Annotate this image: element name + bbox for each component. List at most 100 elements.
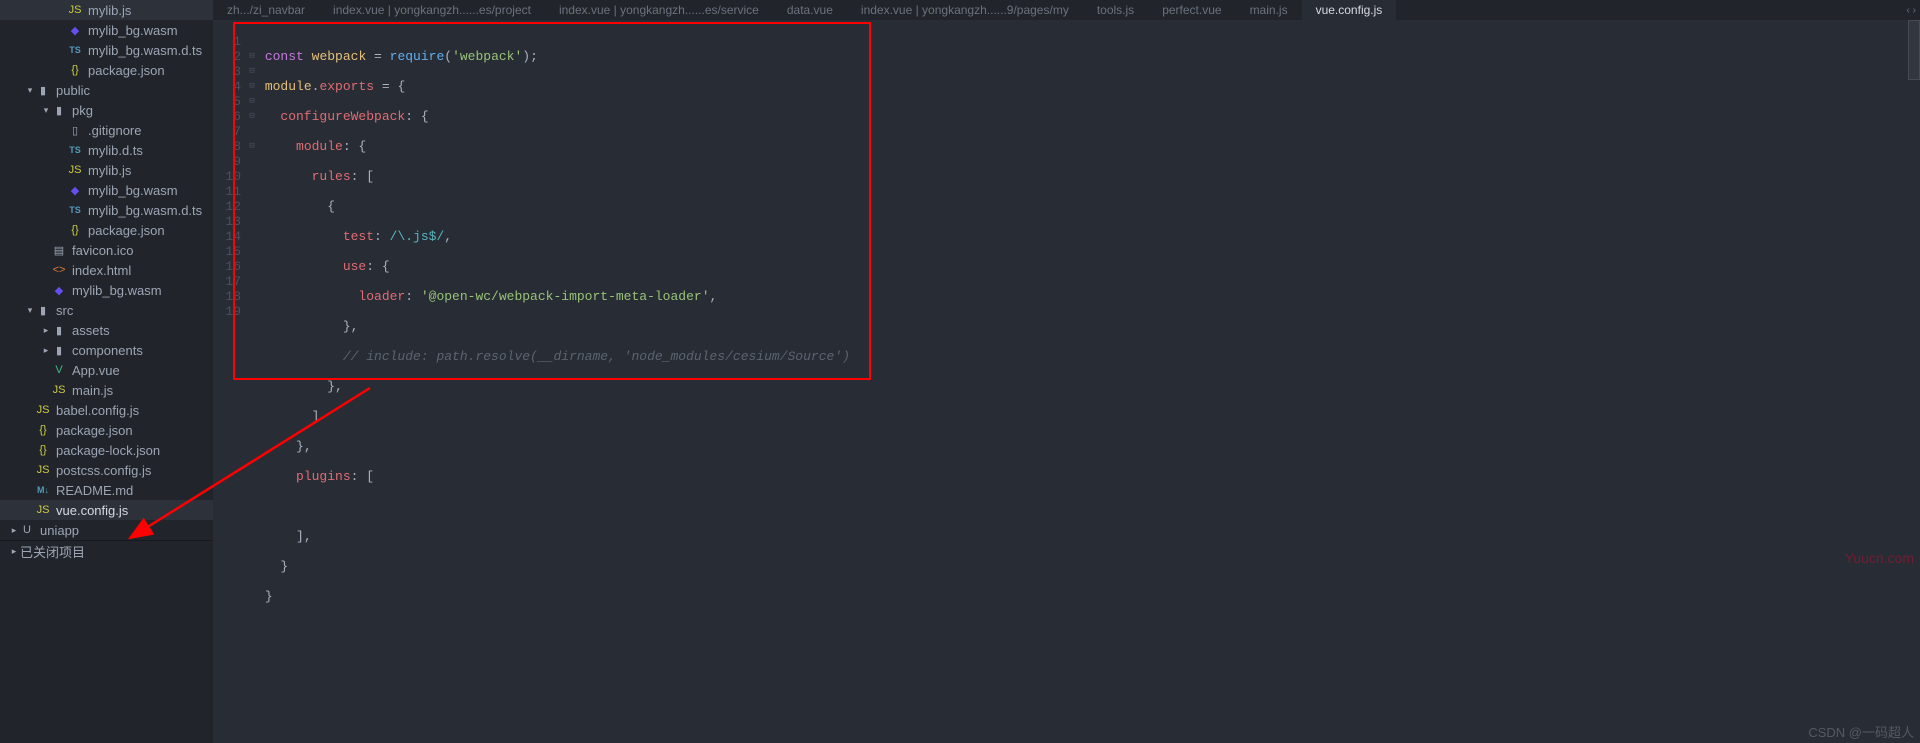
- braces-icon: {}: [68, 224, 82, 236]
- tabs-nav-arrows[interactable]: ‹ ›: [1903, 0, 1920, 20]
- code-editor[interactable]: 12345678910111213141516171819 ⊟⊟⊟⊟⊟⊟ con…: [213, 20, 1920, 743]
- fold-marker: [247, 214, 257, 229]
- tree-item-label: package.json: [56, 423, 133, 438]
- chevron-right-icon: ▸: [8, 546, 20, 557]
- editor-tab[interactable]: perfect.vue: [1148, 0, 1235, 20]
- tree-item-readme-md[interactable]: M↓README.md: [0, 480, 213, 500]
- tree-item-label: assets: [72, 323, 110, 338]
- watermark-csdn: CSDN @一码超人: [1808, 722, 1914, 741]
- editor-tab[interactable]: main.js: [1236, 0, 1302, 20]
- tree-item-mylib-js[interactable]: JSmylib.js: [0, 0, 213, 20]
- editor-tab[interactable]: vue.config.js: [1302, 0, 1397, 20]
- fold-marker[interactable]: ⊟: [247, 139, 257, 154]
- minimap-scrollbar[interactable]: [1908, 20, 1920, 80]
- line-number: 2: [213, 49, 241, 64]
- closed-projects-section[interactable]: ▸ 已关闭项目: [0, 540, 213, 562]
- tree-item-main-js[interactable]: JSmain.js: [0, 380, 213, 400]
- line-number: 6: [213, 109, 241, 124]
- ts-icon: TS: [68, 205, 82, 215]
- fold-marker[interactable]: ⊟: [247, 49, 257, 64]
- line-number: 9: [213, 154, 241, 169]
- chevron-down-icon: ▾: [24, 85, 36, 96]
- editor-tabs[interactable]: zh.../zi_navbarindex.vue | yongkangzh...…: [213, 0, 1920, 20]
- fold-marker[interactable]: ⊟: [247, 109, 257, 124]
- editor-tab[interactable]: index.vue | yongkangzh......es/service: [545, 0, 773, 20]
- tree-item-mylib-d-ts[interactable]: TSmylib.d.ts: [0, 140, 213, 160]
- editor-tab[interactable]: tools.js: [1083, 0, 1148, 20]
- line-number: 5: [213, 94, 241, 109]
- tree-item-label: components: [72, 343, 143, 358]
- html-icon: <>: [52, 264, 66, 276]
- tree-item-package-json[interactable]: {}package.json: [0, 60, 213, 80]
- editor-tab[interactable]: zh.../zi_navbar: [213, 0, 319, 20]
- tree-item-package-json[interactable]: {} package.json: [0, 420, 213, 440]
- tree-item-mylib-bg-wasm[interactable]: ◆mylib_bg.wasm: [0, 20, 213, 40]
- tree-item-index-html[interactable]: <>index.html: [0, 260, 213, 280]
- tree-item-favicon-ico[interactable]: ▤favicon.ico: [0, 240, 213, 260]
- tree-item-vue-config-js[interactable]: JSvue.config.js: [0, 500, 213, 520]
- tree-item-babel-config-js[interactable]: JSbabel.config.js: [0, 400, 213, 420]
- tree-item-package-lock-json[interactable]: {}package-lock.json: [0, 440, 213, 460]
- tree-item-label: README.md: [56, 483, 133, 498]
- js-icon: JS: [52, 384, 66, 396]
- fold-marker[interactable]: ⊟: [247, 79, 257, 94]
- tree-item-components[interactable]: ▸▮components: [0, 340, 213, 360]
- editor-tab[interactable]: data.vue: [773, 0, 847, 20]
- js-icon: JS: [68, 164, 82, 176]
- line-number: 14: [213, 229, 241, 244]
- line-number: 15: [213, 244, 241, 259]
- tree-item-label: mylib.js: [88, 3, 131, 18]
- line-number: 12: [213, 199, 241, 214]
- tree-item-mylib-bg-wasm-d-ts[interactable]: TSmylib_bg.wasm.d.ts: [0, 40, 213, 60]
- tree-item-label: .gitignore: [88, 123, 141, 138]
- tree-item-postcss-config-js[interactable]: JSpostcss.config.js: [0, 460, 213, 480]
- closed-projects-label: 已关闭项目: [20, 542, 85, 561]
- editor-tab[interactable]: index.vue | yongkangzh......es/project: [319, 0, 545, 20]
- tree-item--gitignore[interactable]: ▯.gitignore: [0, 120, 213, 140]
- tree-item-mylib-js[interactable]: JS mylib.js: [0, 160, 213, 180]
- line-number: 19: [213, 304, 241, 319]
- tree-item-label: App.vue: [72, 363, 120, 378]
- folder-icon: ▮: [52, 324, 66, 337]
- fold-marker: [247, 304, 257, 319]
- fold-marker: [247, 184, 257, 199]
- chevron-right-icon: ▸: [8, 525, 20, 536]
- line-number: 16: [213, 259, 241, 274]
- folder-icon: U: [20, 524, 34, 536]
- fold-gutter[interactable]: ⊟⊟⊟⊟⊟⊟: [247, 20, 257, 743]
- fold-marker: [247, 154, 257, 169]
- tree-item-package-json[interactable]: {}package.json: [0, 220, 213, 240]
- braces-icon: {}: [36, 424, 50, 436]
- tree-item-mylib-bg-wasm[interactable]: ◆mylib_bg.wasm: [0, 280, 213, 300]
- editor-area: zh.../zi_navbarindex.vue | yongkangzh...…: [213, 0, 1920, 743]
- tree-item-mylib-bg-wasm[interactable]: ◆mylib_bg.wasm: [0, 180, 213, 200]
- editor-tab[interactable]: index.vue | yongkangzh......9/pages/my: [847, 0, 1083, 20]
- tree-item-label: babel.config.js: [56, 403, 139, 418]
- file-icon: ▤: [52, 244, 66, 257]
- fold-marker: [247, 274, 257, 289]
- line-number: 17: [213, 274, 241, 289]
- tree-item-app-vue[interactable]: VApp.vue: [0, 360, 213, 380]
- tree-item-uniapp[interactable]: ▸Uuniapp: [0, 520, 213, 540]
- tree-item-assets[interactable]: ▸▮assets: [0, 320, 213, 340]
- code-content[interactable]: const webpack = require('webpack'); modu…: [257, 20, 1920, 743]
- line-number: 18: [213, 289, 241, 304]
- tree-item-pkg[interactable]: ▾▮pkg: [0, 100, 213, 120]
- line-number: 8: [213, 139, 241, 154]
- tree-item-mylib-bg-wasm-d-ts[interactable]: TSmylib_bg.wasm.d.ts: [0, 200, 213, 220]
- line-number: 7: [213, 124, 241, 139]
- fold-marker: [247, 229, 257, 244]
- wasm-icon: ◆: [68, 24, 82, 37]
- tree-item-label: mylib.js: [88, 163, 131, 178]
- chevron-down-icon: ▾: [40, 105, 52, 116]
- tree-item-label: package.json: [88, 63, 165, 78]
- tree-item-src[interactable]: ▾▮src: [0, 300, 213, 320]
- tree-item-public[interactable]: ▾▮public: [0, 80, 213, 100]
- folder-icon: ▮: [52, 104, 66, 117]
- file-tree-sidebar[interactable]: JSmylib.js◆mylib_bg.wasmTSmylib_bg.wasm.…: [0, 0, 213, 743]
- fold-marker[interactable]: ⊟: [247, 64, 257, 79]
- fold-marker[interactable]: ⊟: [247, 94, 257, 109]
- fold-marker: [247, 289, 257, 304]
- line-number: 11: [213, 184, 241, 199]
- line-number-gutter: 12345678910111213141516171819: [213, 20, 247, 743]
